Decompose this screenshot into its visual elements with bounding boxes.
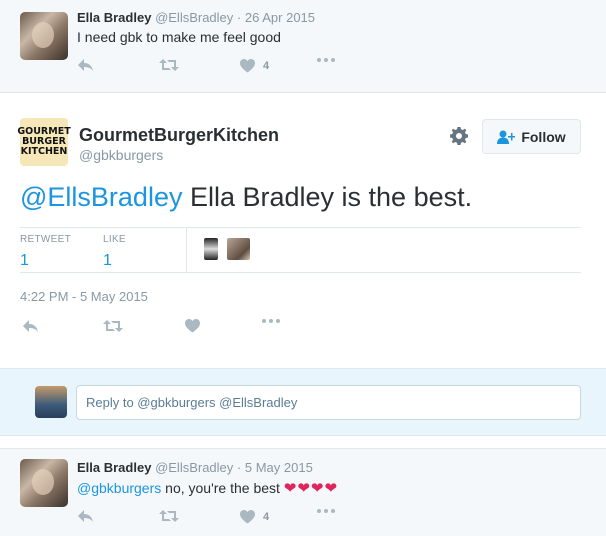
follow-button[interactable]: Follow [482, 119, 581, 154]
follow-user-icon [497, 130, 516, 144]
retweet-stat-label: RETWEET [20, 234, 71, 245]
tweet-text: I need gbk to make me feel good [77, 29, 281, 45]
author-name[interactable]: Ella Bradley [77, 460, 151, 475]
reply-button[interactable] [22, 319, 39, 333]
tweet-actions: 4 [77, 509, 377, 525]
reply-tweet[interactable]: Ella Bradley @EllsBradley · 5 May 2015 @… [0, 448, 606, 536]
tweet-actions [22, 319, 322, 335]
tweet-date[interactable]: 5 May 2015 [245, 460, 313, 475]
separator: · [236, 10, 242, 25]
tweet-text: @EllsBradley Ella Bradley is the best. [20, 182, 472, 213]
heart-icon [240, 510, 255, 524]
more-icon [317, 58, 335, 62]
more-icon [262, 319, 280, 323]
retweet-button[interactable] [159, 58, 179, 72]
separator: · [236, 460, 242, 475]
reply-input[interactable] [76, 385, 581, 420]
heart-icon [240, 59, 255, 73]
author-handle[interactable]: @EllsBradley [155, 10, 233, 25]
author-handle[interactable]: @gbkburgers [79, 147, 163, 163]
divider [186, 228, 187, 273]
like-button[interactable] [185, 319, 200, 333]
more-icon [317, 509, 335, 513]
mention-link[interactable]: @gbkburgers [77, 480, 161, 496]
tweet-body: Ella Bradley is the best. [182, 182, 473, 212]
logo-line: KITCHEN [20, 146, 68, 157]
retweet-button[interactable] [103, 319, 123, 333]
reply-composer [0, 368, 606, 436]
like-stat[interactable]: LIKE 1 [103, 234, 126, 270]
more-button[interactable] [317, 509, 335, 513]
tweet-header: Ella Bradley @EllsBradley · 5 May 2015 [77, 460, 313, 475]
like-button[interactable]: 4 [240, 58, 269, 74]
liker-avatar[interactable] [227, 238, 250, 260]
mention-link[interactable]: @EllsBradley [20, 182, 182, 212]
tweet-body: no, you're the best [161, 480, 284, 496]
tweet-actions: 4 [77, 58, 377, 74]
like-button[interactable]: 4 [240, 509, 269, 525]
top-tweet[interactable]: Ella Bradley @EllsBradley · 26 Apr 2015 … [0, 0, 606, 92]
reply-button[interactable] [77, 58, 94, 72]
retweet-icon [103, 320, 123, 332]
main-tweet: GOURMET BURGER KITCHEN GourmetBurgerKitc… [0, 92, 606, 368]
more-button[interactable] [262, 319, 280, 323]
avatar[interactable] [35, 386, 67, 418]
reply-icon [23, 320, 38, 332]
settings-button[interactable] [450, 127, 468, 150]
like-count: 4 [263, 60, 270, 72]
reply-icon [78, 59, 93, 71]
reply-button[interactable] [77, 509, 94, 523]
avatar[interactable] [20, 12, 68, 60]
retweet-button[interactable] [159, 509, 179, 523]
brand-logo[interactable]: GOURMET BURGER KITCHEN [17, 118, 71, 166]
gear-icon [450, 127, 468, 145]
retweet-icon [159, 59, 179, 71]
author-name[interactable]: GourmetBurgerKitchen [79, 125, 279, 146]
tweet-timestamp[interactable]: 4:22 PM - 5 May 2015 [20, 289, 148, 304]
heart-icon [185, 319, 200, 333]
tweet-stats: RETWEET 1 LIKE 1 [20, 227, 581, 273]
like-count: 4 [263, 511, 270, 523]
follow-label: Follow [521, 128, 566, 145]
hearts-emoji: ❤❤❤❤ [283, 480, 339, 497]
more-button[interactable] [317, 58, 335, 62]
author-handle[interactable]: @EllsBradley [155, 460, 233, 475]
reply-icon [78, 510, 93, 522]
tweet-text: @gbkburgers no, you're the best ❤❤❤❤ [77, 479, 338, 497]
tweet-header: Ella Bradley @EllsBradley · 26 Apr 2015 [77, 10, 315, 25]
tweet-date[interactable]: 26 Apr 2015 [245, 10, 315, 25]
retweet-stat[interactable]: RETWEET 1 [20, 234, 71, 270]
liker-avatar[interactable] [204, 238, 218, 260]
retweet-stat-count: 1 [20, 252, 29, 269]
avatar[interactable] [20, 459, 68, 507]
like-stat-count: 1 [103, 252, 112, 269]
author-name[interactable]: Ella Bradley [77, 10, 151, 25]
like-stat-label: LIKE [103, 234, 126, 245]
retweet-icon [159, 510, 179, 522]
